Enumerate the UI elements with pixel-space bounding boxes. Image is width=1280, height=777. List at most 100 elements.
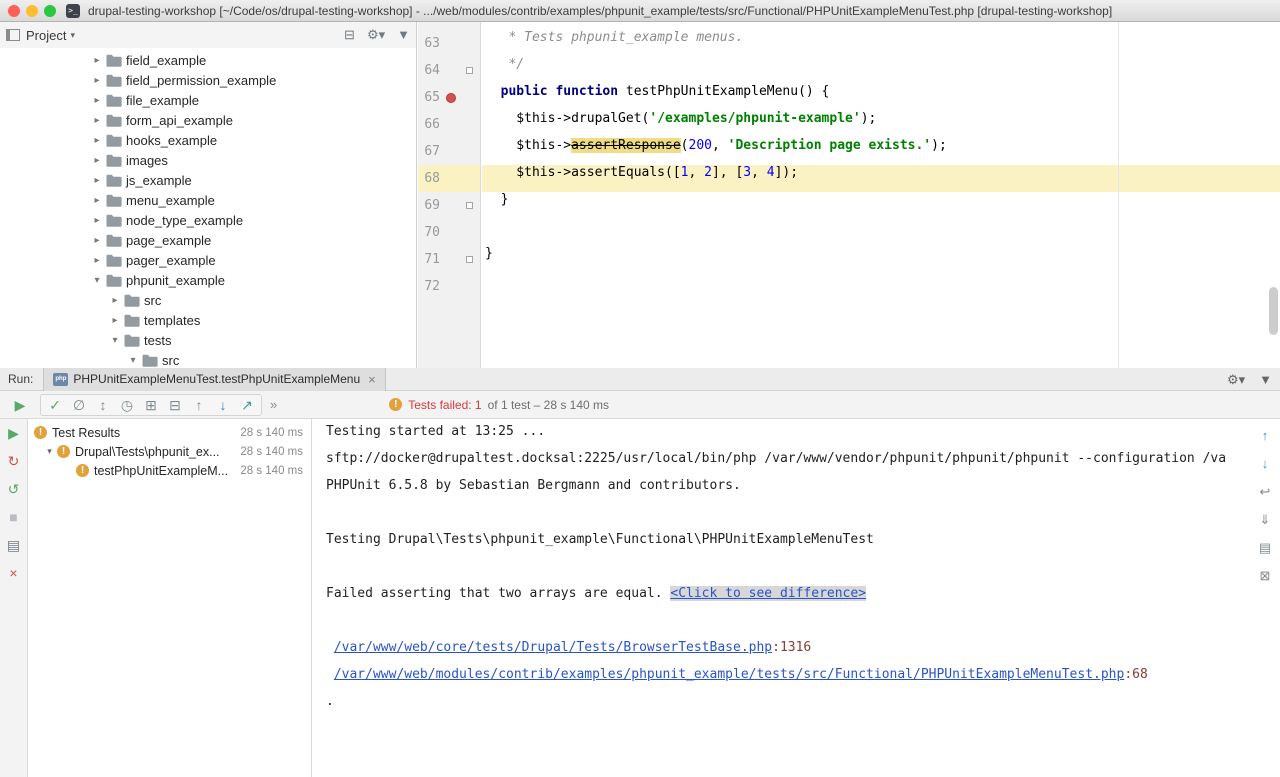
- project-item-js_example[interactable]: ▸js_example: [0, 170, 416, 190]
- previous-occurrence-icon[interactable]: ↑: [1262, 427, 1269, 445]
- fold-marker-icon[interactable]: [466, 202, 473, 209]
- code-line-66[interactable]: $this->drupalGet('/examples/phpunit-exam…: [482, 111, 1280, 138]
- chevron-right-icon[interactable]: ▸: [90, 155, 104, 166]
- code-line-65[interactable]: public function testPhpUnitExampleMenu()…: [482, 84, 1280, 111]
- sort-alphabetically-icon[interactable]: ↕: [91, 395, 115, 415]
- expand-all-icon[interactable]: ⊞: [139, 395, 163, 415]
- console-file-link[interactable]: /var/www/web/modules/contrib/examples/ph…: [334, 667, 1125, 682]
- show-passed-icon[interactable]: ✓: [43, 395, 67, 415]
- show-ignored-icon[interactable]: ∅: [67, 395, 91, 415]
- collapse-all-icon[interactable]: ⊟: [163, 395, 187, 415]
- rerun-failed-tests-icon[interactable]: ↻: [8, 453, 20, 469]
- hide-panel-icon[interactable]: ▼: [1259, 372, 1272, 387]
- code-line-70[interactable]: [482, 219, 1280, 246]
- code-line-64[interactable]: */: [482, 57, 1280, 84]
- code-line-63[interactable]: * Tests phpunit_example menus.: [482, 30, 1280, 57]
- project-item-templates[interactable]: ▸templates: [0, 310, 416, 330]
- chevron-right-icon[interactable]: ▸: [90, 95, 104, 106]
- console-file-link[interactable]: /var/www/web/core/tests/Drupal/Tests/Bro…: [334, 640, 772, 655]
- run-left-toolbar: ▶ ↻ ↺ ■ ▤ ×: [0, 419, 28, 777]
- restore-layout-icon[interactable]: ▤: [7, 537, 20, 553]
- folder-icon: [106, 214, 122, 227]
- close-tab-icon[interactable]: ×: [368, 373, 376, 386]
- project-item-menu_example[interactable]: ▸menu_example: [0, 190, 416, 210]
- sort-by-duration-icon[interactable]: ◷: [115, 395, 139, 415]
- clear-all-icon[interactable]: ⊠: [1260, 567, 1271, 585]
- test-tree-row[interactable]: !testPhpUnitExampleM...28 s 140 ms: [28, 461, 311, 480]
- chevron-right-icon[interactable]: ▸: [90, 115, 104, 126]
- settings-icon[interactable]: ⚙▾: [1227, 372, 1245, 388]
- code-line-68[interactable]: $this->assertEquals([1, 2], [3, 4]);: [482, 165, 1280, 192]
- project-item-page_example[interactable]: ▸page_example: [0, 230, 416, 250]
- project-item-field_permission_example[interactable]: ▸field_permission_example: [0, 70, 416, 90]
- project-item-tests[interactable]: ▾tests: [0, 330, 416, 350]
- chevron-right-icon[interactable]: ▸: [108, 295, 122, 306]
- close-window-button[interactable]: [8, 5, 20, 17]
- hide-panel-icon[interactable]: ▼: [397, 27, 410, 43]
- console-text: Testing Drupal\Tests\phpunit_example\Fun…: [326, 532, 874, 547]
- collapse-all-icon[interactable]: ⊟: [344, 27, 355, 43]
- next-failed-test-icon[interactable]: ↓: [211, 395, 235, 415]
- editor-scrollbar[interactable]: [1269, 287, 1278, 335]
- toggle-auto-test-icon[interactable]: ↺: [8, 481, 20, 497]
- close-icon[interactable]: ×: [9, 565, 17, 581]
- code-area[interactable]: * Tests phpunit_example menus. */ public…: [482, 22, 1280, 368]
- chevron-right-icon[interactable]: ▸: [90, 175, 104, 186]
- more-actions-icon[interactable]: »: [270, 397, 277, 412]
- chevron-right-icon[interactable]: ▸: [90, 75, 104, 86]
- console-line: Failed asserting that two arrays are equ…: [326, 586, 1250, 613]
- scroll-to-end-icon[interactable]: ⇓: [1260, 511, 1271, 529]
- code-line-72[interactable]: [482, 273, 1280, 300]
- fold-marker-icon[interactable]: [466, 67, 473, 74]
- code-line-71[interactable]: }: [482, 246, 1280, 273]
- console[interactable]: Testing started at 13:25 ...sftp://docke…: [312, 419, 1250, 777]
- print-icon[interactable]: ▤: [1259, 539, 1271, 557]
- failed-test-marker-icon[interactable]: [446, 93, 456, 103]
- chevron-right-icon[interactable]: ▸: [90, 135, 104, 146]
- project-item-hooks_example[interactable]: ▸hooks_example: [0, 130, 416, 150]
- stop-icon[interactable]: ■: [9, 509, 17, 525]
- run-tab[interactable]: php PHPUnitExampleMenuTest.testPhpUnitEx…: [43, 368, 385, 391]
- project-item-pager_example[interactable]: ▸pager_example: [0, 250, 416, 270]
- project-item-form_api_example[interactable]: ▸form_api_example: [0, 110, 416, 130]
- project-item-field_example[interactable]: ▸field_example: [0, 50, 416, 70]
- chevron-right-icon[interactable]: ▸: [90, 195, 104, 206]
- rerun-icon[interactable]: ▶: [8, 425, 19, 441]
- chevron-down-icon[interactable]: ▾: [70, 30, 75, 41]
- test-tree-row[interactable]: !Test Results28 s 140 ms: [28, 423, 311, 442]
- project-panel-title[interactable]: Project: [26, 28, 66, 43]
- chevron-right-icon[interactable]: ▸: [90, 215, 104, 226]
- project-item-node_type_example[interactable]: ▸node_type_example: [0, 210, 416, 230]
- see-difference-link[interactable]: <Click to see difference>: [670, 586, 866, 601]
- test-duration: 28 s 140 ms: [234, 465, 303, 477]
- project-item-file_example[interactable]: ▸file_example: [0, 90, 416, 110]
- minimize-window-button[interactable]: [26, 5, 38, 17]
- chevron-right-icon[interactable]: ▸: [90, 255, 104, 266]
- chevron-down-icon[interactable]: ▾: [90, 275, 104, 286]
- titlebar[interactable]: >_ drupal-testing-workshop [~/Code/os/dr…: [0, 0, 1280, 22]
- chevron-down-icon[interactable]: ▾: [126, 355, 140, 366]
- code-line-67[interactable]: $this->assertResponse(200, 'Description …: [482, 138, 1280, 165]
- rerun-icon[interactable]: ▶: [8, 395, 32, 415]
- test-tree-row[interactable]: ▾!Drupal\Tests\phpunit_ex...28 s 140 ms: [28, 442, 311, 461]
- chevron-right-icon[interactable]: ▸: [90, 235, 104, 246]
- soft-wrap-icon[interactable]: ↩: [1260, 483, 1271, 501]
- chevron-down-icon[interactable]: ▾: [108, 335, 122, 346]
- fold-marker-icon[interactable]: [466, 256, 473, 263]
- settings-icon[interactable]: ⚙▾: [367, 27, 385, 43]
- project-item-images[interactable]: ▸images: [0, 150, 416, 170]
- next-occurrence-icon[interactable]: ↓: [1262, 455, 1269, 473]
- project-item-phpunit_example[interactable]: ▾phpunit_example: [0, 270, 416, 290]
- zoom-window-button[interactable]: [44, 5, 56, 17]
- import-test-results-icon[interactable]: ↗: [235, 395, 259, 415]
- code-line-69[interactable]: }: [482, 192, 1280, 219]
- chevron-right-icon[interactable]: ▸: [108, 315, 122, 326]
- project-item-src[interactable]: ▾src: [0, 350, 416, 368]
- chevron-down-icon[interactable]: ▾: [42, 446, 57, 457]
- previous-failed-test-icon[interactable]: ↑: [187, 395, 211, 415]
- project-item-src[interactable]: ▸ src: [0, 290, 416, 310]
- project-item-label: src: [144, 293, 161, 308]
- chevron-right-icon[interactable]: ▸: [90, 55, 104, 66]
- editor[interactable]: 63646566676869707172 * Tests phpunit_exa…: [418, 22, 1280, 368]
- console-line: /var/www/web/modules/contrib/examples/ph…: [326, 667, 1250, 694]
